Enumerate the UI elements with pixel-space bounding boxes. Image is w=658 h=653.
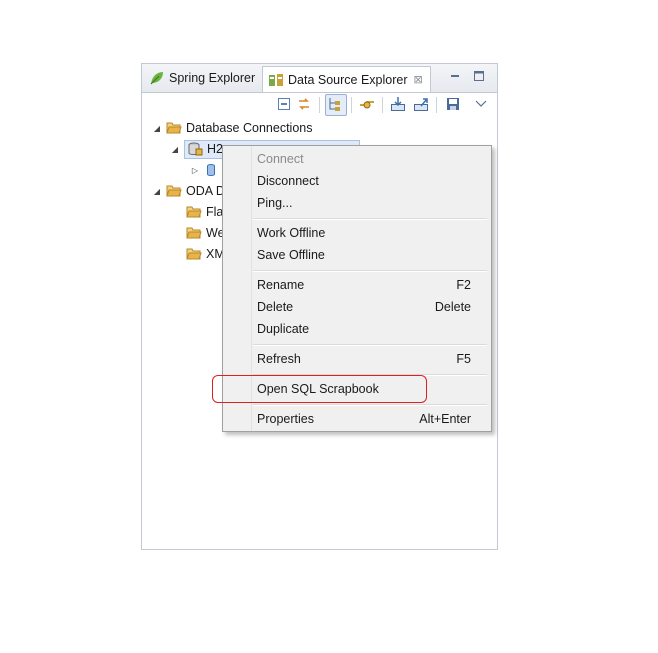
- folder-open-icon: [186, 248, 202, 260]
- expanded-arrow-icon[interactable]: ◢: [170, 145, 180, 154]
- tree-node-label: Fla: [206, 205, 224, 219]
- menu-divider: [253, 218, 487, 220]
- data-source-icon: [269, 73, 283, 86]
- menu-item-refresh[interactable]: Refresh F5: [257, 348, 471, 370]
- close-icon[interactable]: ⊠: [414, 73, 423, 86]
- view-tab-bar: Spring Explorer Data Source Explorer ⊠: [142, 64, 497, 93]
- menu-item-work-offline[interactable]: Work Offline: [257, 222, 471, 244]
- tree-node-oda-child[interactable]: We: [186, 223, 225, 243]
- tree-node-label: ODA D: [186, 184, 225, 198]
- tab-label: Data Source Explorer: [288, 72, 408, 87]
- folder-open-icon: [166, 122, 182, 134]
- collapse-all-icon[interactable]: [276, 96, 292, 112]
- tree-node-label: Database Connections: [186, 121, 313, 135]
- database-cylinder-icon: [207, 164, 215, 176]
- tab-data-source-explorer[interactable]: Data Source Explorer ⊠: [262, 66, 431, 92]
- menu-item-duplicate[interactable]: Duplicate: [257, 318, 471, 340]
- tree-node-oda-data-sources[interactable]: ◢ ODA D: [152, 181, 225, 201]
- tree-view-toggle-icon[interactable]: [325, 94, 347, 116]
- collapsed-arrow-icon[interactable]: ▷: [190, 166, 200, 175]
- minimize-icon[interactable]: [448, 69, 462, 83]
- tree-node-oda-child[interactable]: Fla: [186, 202, 223, 222]
- tree-node-oda-child[interactable]: XM: [186, 244, 225, 264]
- menu-item-properties[interactable]: Properties Alt+Enter: [257, 408, 471, 430]
- folder-open-icon: [166, 185, 182, 197]
- menu-divider: [253, 404, 487, 406]
- tab-label: Spring Explorer: [169, 71, 256, 85]
- menu-divider: [253, 270, 487, 272]
- annotation-highlight-box: [212, 375, 427, 403]
- expanded-arrow-icon[interactable]: ◢: [152, 124, 162, 133]
- menu-item-delete[interactable]: Delete Delete: [257, 296, 471, 318]
- menu-divider: [253, 344, 487, 346]
- database-icon: [188, 142, 203, 156]
- tree-node-database-child[interactable]: ▷: [190, 160, 224, 180]
- link-with-editor-icon[interactable]: [296, 96, 312, 112]
- import-icon[interactable]: [390, 96, 406, 112]
- expanded-arrow-icon[interactable]: ◢: [152, 187, 162, 196]
- menu-item-rename[interactable]: Rename F2: [257, 274, 471, 296]
- tree-node-database-connections[interactable]: ◢ Database Connections: [152, 118, 313, 138]
- folder-open-icon: [186, 206, 202, 218]
- menu-item-disconnect[interactable]: Disconnect: [257, 170, 471, 192]
- menu-item-save-offline[interactable]: Save Offline: [257, 244, 471, 266]
- view-toolbar: [142, 93, 497, 117]
- menu-item-connect[interactable]: Connect: [257, 148, 471, 170]
- view-menu-icon[interactable]: [473, 96, 489, 112]
- tab-spring-explorer[interactable]: Spring Explorer: [144, 66, 261, 90]
- connect-profile-icon[interactable]: [359, 96, 375, 112]
- tree-node-label: H2: [207, 142, 223, 156]
- folder-open-icon: [186, 227, 202, 239]
- menu-item-ping[interactable]: Ping...: [257, 192, 471, 214]
- export-icon[interactable]: [413, 96, 429, 112]
- maximize-icon[interactable]: [472, 69, 486, 83]
- spring-leaf-icon: [150, 72, 163, 85]
- save-profile-icon[interactable]: [445, 96, 461, 112]
